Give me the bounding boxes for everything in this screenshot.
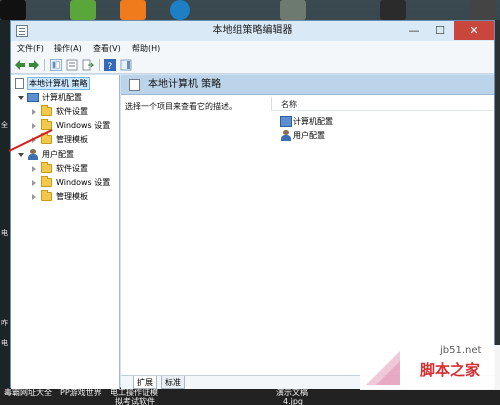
tree-node-label: 管理模板 [56,192,88,201]
tree-node-user-windows[interactable]: Windows 设置 [11,176,119,189]
tab-extended[interactable]: 扩展 [133,376,157,389]
desktop-item-label[interactable]: PP游戏世界 [60,388,102,397]
tree-node-label: 软件设置 [56,164,88,173]
tree-node-label: 本地计算机 策略 [27,77,90,90]
show-hide-action-pane-icon[interactable] [120,59,132,71]
user-icon [280,130,292,141]
forward-arrow-icon[interactable] [28,59,40,71]
toolbar-separator [44,59,45,71]
expand-arrow-icon[interactable] [18,153,24,157]
desktop-icon-3[interactable] [120,0,146,20]
expand-arrow-icon[interactable] [18,96,24,100]
console-tree-icon[interactable] [50,59,62,71]
menu-file[interactable]: 文件(F) [17,41,44,57]
details-header: 本地计算机 策略 [121,75,494,95]
close-button[interactable]: ✕ [454,21,494,40]
collapse-arrow-icon[interactable] [32,109,36,115]
tree-root-node[interactable]: 本地计算机 策略 [11,77,119,90]
computer-icon [27,93,39,102]
desktop-icon-2[interactable] [70,0,96,20]
column-header-name[interactable]: 名称 [271,98,494,111]
desktop-item-label[interactable]: 毒霸网址大全 [4,388,52,397]
collapse-arrow-icon[interactable] [32,123,36,129]
computer-icon [280,116,292,127]
menu-bar: 文件(F) 操作(A) 查看(V) 帮助(H) [11,41,494,57]
menu-view[interactable]: 查看(V) [93,41,121,57]
tab-standard[interactable]: 标准 [161,376,185,389]
folder-icon [41,105,52,116]
tree-node-label: 软件设置 [56,107,88,116]
desktop-icon-4[interactable] [170,0,190,20]
site-watermark: jb51.net 脚本之家 [360,345,500,390]
folder-icon [41,162,52,173]
tree-node-user-admin-templates[interactable]: 管理模板 [11,190,119,203]
desktop-icon-1[interactable] [0,0,26,20]
help-icon[interactable]: ? [104,59,116,71]
desktop-left-labels: 全 电 咋 电 [0,20,10,390]
tree-node-label: Windows 设置 [56,121,111,130]
item-description: 选择一个项目来查看它的描述。 [125,102,237,111]
details-header-title: 本地计算机 策略 [148,79,222,90]
collapse-arrow-icon[interactable] [32,194,36,200]
tree-node-label: 计算机配置 [42,93,82,102]
tree-node-computer-software[interactable]: 软件设置 [11,105,119,118]
watermark-url: jb51.net [440,345,482,356]
desktop-icon-7[interactable] [470,0,496,20]
menu-action[interactable]: 操作(A) [54,41,82,57]
desktop-item-label[interactable]: 拟考试软件 [115,397,155,405]
policy-document-icon [15,78,24,89]
tree-node-label: 用户配置 [42,150,74,159]
policy-document-icon [129,79,140,91]
tree-node-user-software[interactable]: 软件设置 [11,162,119,175]
folder-icon [41,190,52,201]
watermark-brand: 脚本之家 [420,361,481,379]
back-arrow-icon[interactable] [14,59,26,71]
desktop-left-label: 电 [1,229,8,237]
group-policy-editor-window: 本地组策略编辑器 — ☐ ✕ 文件(F) 操作(A) 查看(V) 帮助(H) ?… [10,20,495,389]
desktop-left-label: 电 [1,339,8,347]
folder-icon [41,176,52,187]
list-item-label: 计算机配置 [293,117,333,126]
export-list-icon[interactable] [82,59,94,71]
tree-node-user-config[interactable]: 用户配置 [11,148,119,161]
desktop-icon-6[interactable] [380,0,406,20]
column-header-label: 名称 [281,100,297,109]
desktop-item-label[interactable]: 4.jpg [283,397,303,405]
list-item-label: 用户配置 [293,131,325,140]
tree-node-computer-config[interactable]: 计算机配置 [11,91,119,104]
folder-icon [41,133,52,144]
desktop-bottom-labels: 毒霸网址大全 PP游戏世界 电工操作证模 拟考试软件 演示文稿 4.jpg [0,388,500,405]
desktop-icon-5[interactable] [280,0,306,20]
collapse-arrow-icon[interactable] [32,180,36,186]
properties-icon[interactable] [66,59,78,71]
title-bar[interactable]: 本地组策略编辑器 — ☐ ✕ [11,21,494,41]
details-pane: 本地计算机 策略 选择一个项目来查看它的描述。 名称 计算机配置 用户配置 扩展… [121,75,494,389]
desktop-icon-strip [0,0,500,20]
watermark-logo-icon [366,351,400,385]
collapse-arrow-icon[interactable] [32,166,36,172]
tree-node-label: Windows 设置 [56,178,111,187]
svg-text:?: ? [108,62,113,71]
menu-help[interactable]: 帮助(H) [132,41,160,57]
tree-node-computer-admin-templates[interactable]: 管理模板 [11,133,119,146]
user-icon [27,149,39,160]
maximize-button[interactable]: ☐ [427,21,453,40]
desktop-item-label[interactable]: 演示文稿 [276,388,308,397]
tree-node-computer-windows[interactable]: Windows 设置 [11,119,119,132]
minimize-button[interactable]: — [401,21,427,40]
toolbar-separator [99,59,100,71]
desktop-item-label[interactable]: 电工操作证模 [110,388,158,397]
desktop-left-label: 咋 [1,319,8,327]
console-tree-pane: 本地计算机 策略 计算机配置 软件设置 Windows 设置 管理模板 用户配置 [11,75,120,389]
toolbar: ? [11,57,494,74]
tree-node-label: 管理模板 [56,135,88,144]
desktop-left-label: 全 [1,121,8,129]
